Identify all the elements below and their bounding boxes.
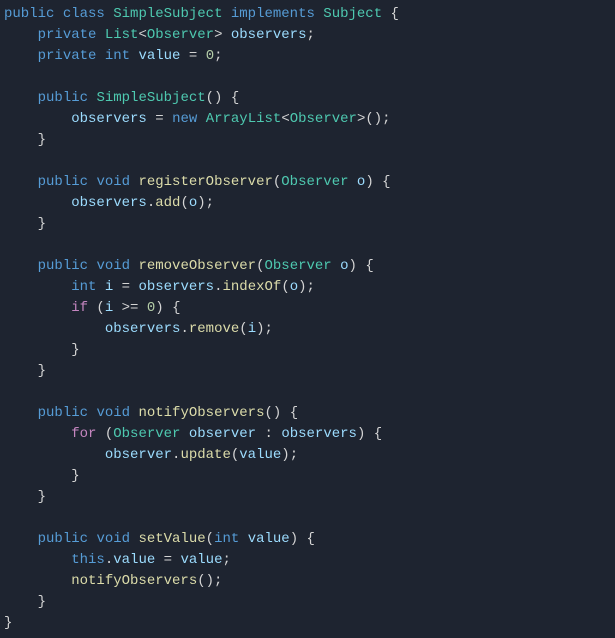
var-value: value [113,552,155,568]
keyword-class: class [63,6,105,22]
var-o: o [189,195,197,211]
keyword-void: void [96,405,130,421]
param-value: value [248,531,290,547]
type-list: List [105,27,139,43]
var-observers: observers [231,27,307,43]
keyword-int: int [71,279,96,295]
type-observer: Observer [281,174,348,190]
keyword-public: public [38,258,88,274]
keyword-private: private [38,27,97,43]
var-observers: observers [71,111,147,127]
method-indexof: indexOf [223,279,282,295]
var-observers: observers [281,426,357,442]
type-simplesubject: SimpleSubject [113,6,222,22]
param-o: o [357,174,365,190]
var-observer: observer [189,426,256,442]
type-observer: Observer [147,27,214,43]
keyword-void: void [96,531,130,547]
var-value: value [239,447,281,463]
var-value: value [180,552,222,568]
param-o: o [340,258,348,274]
type-arraylist: ArrayList [206,111,282,127]
var-value: value [138,48,180,64]
keyword-public: public [38,531,88,547]
method-notifyobservers-call: notifyObservers [71,573,197,589]
type-observer: Observer [264,258,331,274]
keyword-implements: implements [231,6,315,22]
var-observer: observer [105,447,172,463]
method-registerobserver: registerObserver [138,174,272,190]
var-observers: observers [105,321,181,337]
keyword-public: public [38,90,88,106]
operator-gte: >= [122,300,139,316]
keyword-public: public [4,6,54,22]
keyword-int: int [214,531,239,547]
type-observer: Observer [113,426,180,442]
keyword-void: void [96,174,130,190]
keyword-this: this [71,552,105,568]
keyword-int: int [105,48,130,64]
method-update: update [180,447,230,463]
literal-zero: 0 [206,48,214,64]
keyword-public: public [38,405,88,421]
keyword-if: if [71,300,88,316]
code-block: public class SimpleSubject implements Su… [4,4,603,634]
type-subject: Subject [323,6,382,22]
keyword-void: void [96,258,130,274]
method-add: add [155,195,180,211]
keyword-new: new [172,111,197,127]
type-observer: Observer [290,111,357,127]
var-o: o [290,279,298,295]
keyword-private: private [38,48,97,64]
var-i: i [105,279,113,295]
var-i: i [105,300,113,316]
method-notifyobservers: notifyObservers [138,405,264,421]
method-setvalue: setValue [138,531,205,547]
method-remove: remove [189,321,239,337]
var-observers: observers [138,279,214,295]
var-observers: observers [71,195,147,211]
var-i: i [248,321,256,337]
constructor-name: SimpleSubject [96,90,205,106]
keyword-public: public [38,174,88,190]
keyword-for: for [71,426,96,442]
literal-zero: 0 [147,300,155,316]
method-removeobserver: removeObserver [138,258,256,274]
